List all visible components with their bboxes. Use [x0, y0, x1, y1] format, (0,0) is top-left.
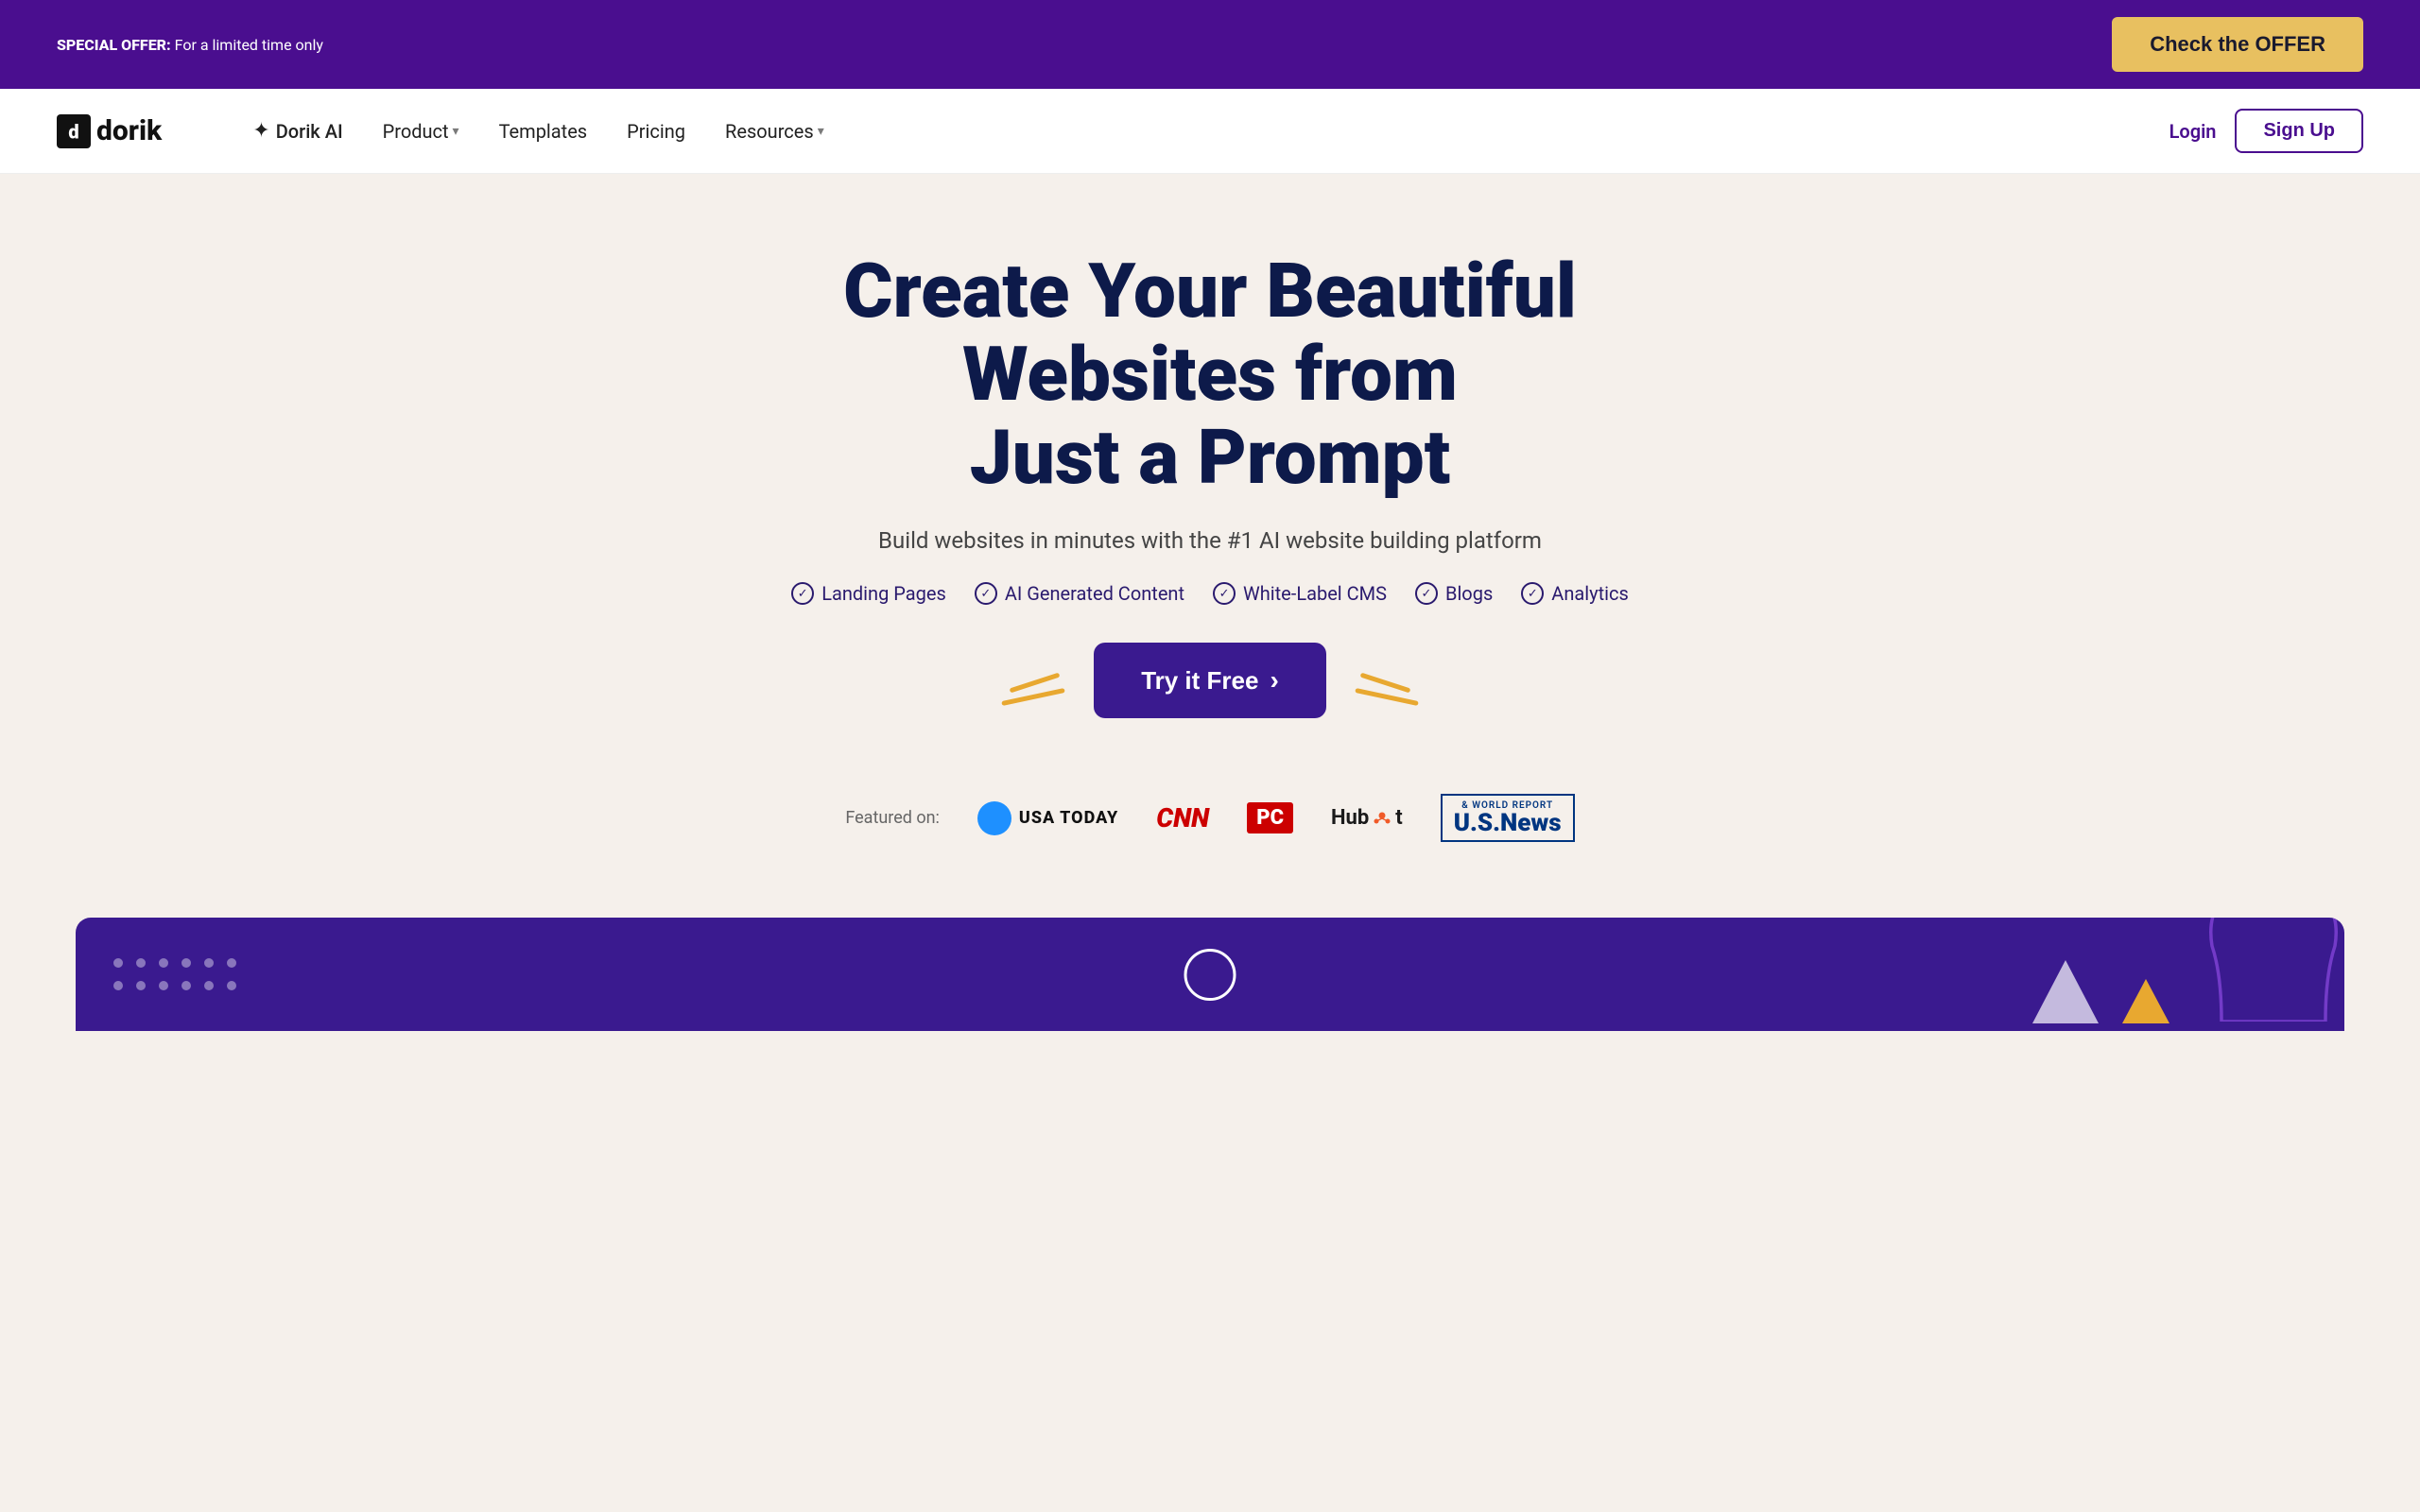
try-free-label: Try it Free — [1141, 666, 1258, 696]
nav-resources[interactable]: Resources ▾ — [710, 112, 839, 150]
hubspot-text: Hub — [1331, 806, 1369, 830]
triangle-white-icon — [2028, 955, 2103, 1031]
dot — [113, 981, 123, 990]
preview-strip — [76, 918, 2344, 1031]
nav-links: ✦ Dorik AI Product ▾ Templates Pricing R… — [237, 112, 2169, 150]
dot — [227, 958, 236, 968]
navbar: d dorik ✦ Dorik AI Product ▾ Templates P… — [0, 89, 2420, 174]
top-banner: SPECIAL OFFER: For a limited time only C… — [0, 0, 2420, 89]
nav-actions: Login Sign Up — [2169, 109, 2363, 153]
check-icon-blogs: ✓ — [1415, 582, 1438, 605]
usa-circle-icon — [977, 801, 1011, 835]
usa-today-logo: USA TODAY — [977, 801, 1118, 835]
preview-strip-wrapper — [0, 918, 2420, 1031]
preview-triangles — [2028, 955, 2174, 1031]
nav-templates[interactable]: Templates — [484, 112, 603, 150]
dot — [227, 981, 236, 990]
dot — [159, 958, 168, 968]
signup-button[interactable]: Sign Up — [2235, 109, 2363, 153]
feature-analytics: ✓ Analytics — [1521, 582, 1629, 605]
try-free-button[interactable]: Try it Free › — [1094, 643, 1326, 718]
hubspot-text2: t — [1395, 806, 1402, 830]
featured-section: Featured on: USA TODAY CNN PC Hub — [38, 775, 2382, 880]
hero-subtitle: Build websites in minutes with the #1 AI… — [38, 527, 2382, 554]
resources-chevron-icon: ▾ — [818, 124, 824, 139]
banner-text: SPECIAL OFFER: For a limited time only — [57, 36, 323, 54]
preview-dots-grid — [113, 958, 236, 990]
center-circle-icon — [1184, 949, 1236, 1001]
nav-product-label: Product — [383, 120, 449, 143]
dot — [182, 981, 191, 990]
cta-container: Try it Free › — [38, 643, 2382, 718]
mascot-decoration — [2203, 918, 2344, 1025]
nav-pricing[interactable]: Pricing — [612, 112, 700, 150]
nav-ai-label: Dorik AI — [276, 120, 343, 143]
dot — [204, 958, 214, 968]
dot — [136, 958, 146, 968]
hubspot-icon — [1372, 808, 1392, 829]
feature-blogs: ✓ Blogs — [1415, 582, 1493, 605]
nav-dorik-ai[interactable]: ✦ Dorik AI — [237, 112, 357, 150]
check-icon-whitelabel: ✓ — [1213, 582, 1236, 605]
check-icon-landing: ✓ — [791, 582, 814, 605]
hero-title-line2: Just a Prompt — [970, 413, 1450, 502]
dot — [136, 981, 146, 990]
hero-title-line1: Create Your Beautiful Websites from — [843, 247, 1577, 419]
pc-logo: PC — [1247, 802, 1293, 833]
feature-ai-content: ✓ AI Generated Content — [975, 582, 1184, 605]
featured-label: Featured on: — [845, 808, 940, 828]
svg-text:d: d — [68, 120, 78, 143]
feature-whitelabel: ✓ White-Label CMS — [1213, 582, 1387, 605]
login-button[interactable]: Login — [2169, 120, 2217, 143]
feature-label-whitelabel: White-Label CMS — [1243, 582, 1387, 605]
feature-label-blogs: Blogs — [1445, 582, 1493, 605]
preview-center-circle — [1184, 949, 1236, 1001]
swish-decoration-left — [1001, 680, 1065, 699]
dot — [182, 958, 191, 968]
check-icon-analytics: ✓ — [1521, 582, 1544, 605]
check-icon-ai: ✓ — [975, 582, 997, 605]
hubspot-logo: Hub t — [1331, 806, 1403, 830]
banner-regular-text: For a limited time only — [175, 36, 323, 54]
feature-landing-pages: ✓ Landing Pages — [791, 582, 946, 605]
sparkle-icon: ✦ — [252, 119, 269, 143]
dot — [204, 981, 214, 990]
feature-label-analytics: Analytics — [1551, 582, 1629, 605]
triangle-gold-icon — [2118, 974, 2174, 1031]
nav-pricing-label: Pricing — [627, 120, 685, 143]
logo-text: dorik — [96, 114, 162, 147]
logo[interactable]: d dorik — [57, 114, 162, 148]
dot — [159, 981, 168, 990]
cnn-logo: CNN — [1156, 802, 1209, 833]
hero-section: Create Your Beautiful Websites from Just… — [0, 174, 2420, 918]
usa-today-text: USA TODAY — [1019, 808, 1118, 828]
usnews-text: U.S.News — [1454, 811, 1562, 835]
feature-label-ai: AI Generated Content — [1005, 582, 1184, 605]
product-chevron-icon: ▾ — [453, 124, 459, 139]
dot — [113, 958, 123, 968]
nav-resources-label: Resources — [725, 120, 814, 143]
usnews-logo: & WORLD REPORT U.S.News — [1441, 794, 1575, 842]
mascot-icon — [2203, 918, 2344, 1022]
feature-label-landing: Landing Pages — [821, 582, 946, 605]
swish-decoration-right — [1355, 680, 1419, 699]
hero-title: Create Your Beautiful Websites from Just… — [690, 249, 1730, 499]
banner-bold: SPECIAL OFFER: — [57, 36, 171, 54]
nav-templates-label: Templates — [499, 120, 588, 143]
featured-logos: USA TODAY CNN PC Hub t & WORLD — [977, 794, 1575, 842]
nav-product[interactable]: Product ▾ — [368, 112, 475, 150]
hero-features: ✓ Landing Pages ✓ AI Generated Content ✓… — [38, 582, 2382, 605]
check-offer-button[interactable]: Check the OFFER — [2112, 17, 2363, 72]
arrow-icon: › — [1270, 665, 1278, 696]
logo-icon: d — [57, 114, 91, 148]
